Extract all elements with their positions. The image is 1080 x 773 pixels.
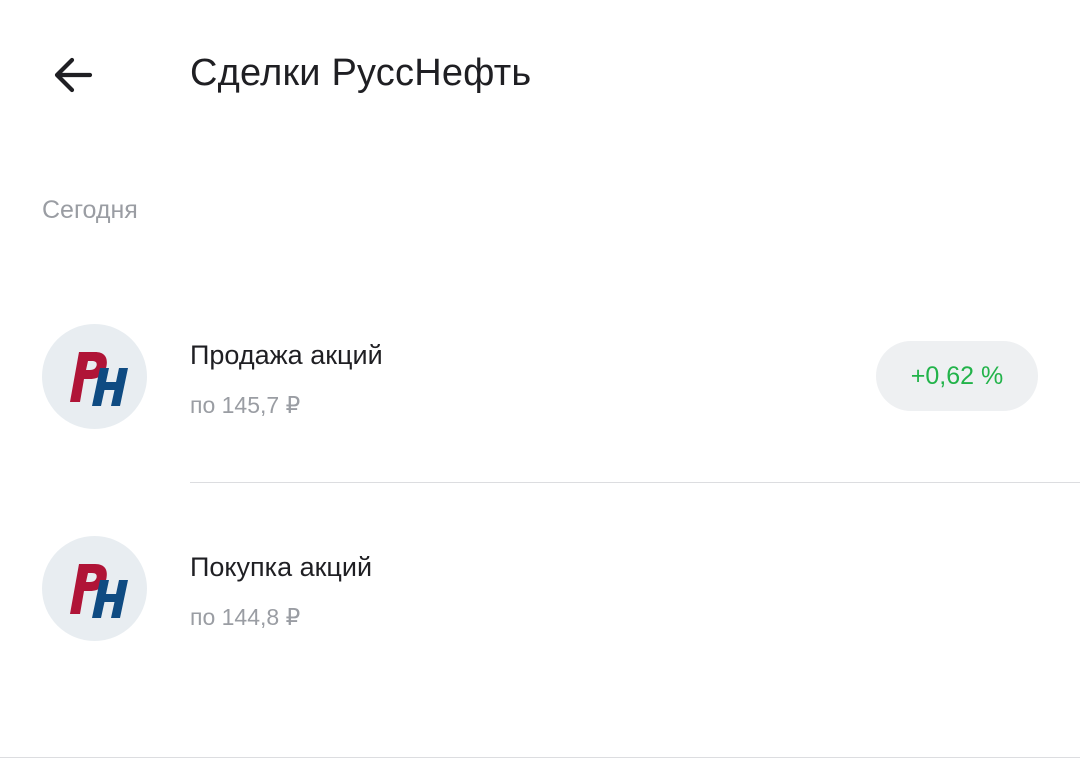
page-title: Сделки РуссНефть	[190, 52, 532, 94]
deal-price: по 145,7 ₽	[190, 392, 301, 418]
price-change-badge: +0,62 %	[876, 341, 1038, 411]
deal-title: Продажа акций	[190, 340, 383, 370]
list-divider	[0, 757, 1080, 758]
back-button[interactable]	[44, 46, 102, 104]
section-date-label: Сегодня	[42, 196, 138, 224]
deal-title: Покупка акций	[190, 552, 373, 582]
arrow-left-icon	[54, 57, 93, 93]
deal-list-item-buy[interactable]: Покупка акций по 144,8 ₽	[0, 482, 1080, 694]
russneft-logo	[42, 536, 147, 641]
price-change-value: +0,62 %	[910, 361, 1004, 390]
russneft-logo	[42, 324, 147, 429]
deal-list-item-sell[interactable]: Продажа акций по 145,7 ₽ +0,62 %	[0, 270, 1080, 482]
app-header: Сделки РуссНефть	[0, 0, 1080, 150]
deal-price: по 144,8 ₽	[190, 604, 301, 630]
